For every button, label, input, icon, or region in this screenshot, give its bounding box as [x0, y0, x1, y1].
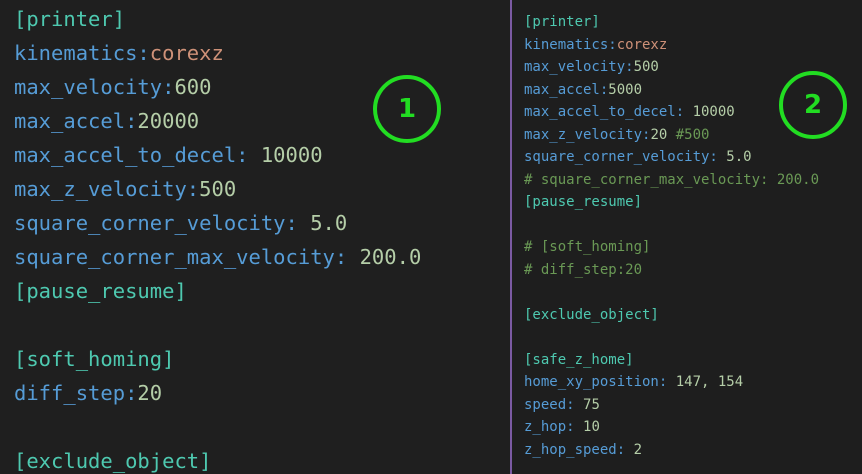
code-token-num: 500 — [633, 59, 659, 75]
code-token-num: 10 — [583, 419, 600, 435]
code-token-key: kinematics: — [524, 36, 617, 53]
code-token-num: 500 — [199, 177, 237, 201]
code-line: square_corner_velocity: 5.0 — [14, 206, 510, 240]
code-line: [printer] — [14, 2, 510, 36]
code-token-key: kinematics: — [14, 41, 150, 65]
code-line: square_corner_max_velocity: 200.0 — [14, 240, 510, 274]
code-token-key: max_velocity: — [14, 75, 175, 99]
code-line: z_hop_speed: 2 — [524, 439, 862, 462]
badge-number-1: 1 — [373, 75, 441, 143]
code-token-key: speed: — [524, 396, 584, 413]
code-token-num: 600 — [174, 75, 212, 99]
code-line: [pause_resume] — [14, 274, 510, 308]
code-token-num: 75 — [583, 396, 600, 413]
left-editor-pane[interactable]: [printer] kinematics:corexz max_velocity:6… — [0, 0, 510, 474]
code-token-key: diff_step: — [14, 381, 138, 405]
code-token-str: corexz — [616, 36, 668, 53]
code-token-num: 5000 — [608, 81, 643, 98]
code-token-key: max_accel_to_decel: — [524, 104, 693, 120]
code-token-key: max_z_velocity: — [14, 177, 200, 201]
code-token-str: corexz — [149, 41, 224, 65]
code-token-num: 2 — [633, 441, 643, 458]
code-line: diff_step:20 — [14, 376, 510, 410]
code-token-cmt: #500 — [675, 126, 710, 143]
code-token-num: 20 — [650, 126, 676, 143]
code-token-num: 5.0 — [726, 149, 752, 165]
code-token-key: max_accel: — [14, 109, 138, 133]
code-token-num: 5.0 — [310, 211, 348, 235]
code-line: kinematics:corexz — [14, 36, 510, 70]
code-line: [safe_z_home] — [524, 349, 862, 372]
code-line: max_z_velocity:500 — [14, 172, 510, 206]
code-token-key: square_corner_max_velocity: — [14, 245, 360, 269]
code-line: kinematics:corexz — [524, 34, 862, 57]
code-token-sec: [safe_z_home] — [524, 351, 634, 368]
code-token-cmt: # [soft_homing] — [524, 239, 651, 255]
code-line: speed: 75 — [524, 394, 862, 417]
code-line: home_xy_position: 147, 154 — [524, 371, 862, 394]
code-line: [exclude_object] — [14, 444, 510, 474]
code-line: # diff_step:20 — [524, 259, 862, 282]
code-token-num: 10000 — [692, 104, 735, 120]
code-token-cmt: # square_corner_max_velocity: 200.0 — [524, 171, 820, 188]
code-token-sec: [pause_resume] — [14, 279, 187, 303]
code-token-sec: [printer] — [524, 14, 600, 30]
code-token-sec: [printer] — [14, 7, 126, 31]
code-token-cmt: # diff_step:20 — [524, 261, 643, 278]
code-token-num: 20 — [137, 381, 163, 405]
left-code-block: [printer] kinematics:corexz max_velocity:6… — [14, 2, 510, 474]
code-token-key: square_corner_velocity: — [14, 211, 311, 235]
code-line: max_accel_to_decel: 10000 — [14, 138, 510, 172]
code-token-key: max_velocity: — [524, 59, 634, 75]
code-token-sec: [pause_resume] — [524, 194, 643, 210]
code-token-key: max_z_velocity: — [524, 126, 651, 143]
code-token-key: max_accel_to_decel: — [14, 143, 261, 167]
code-token-key: z_hop: — [524, 419, 584, 435]
code-token-key: max_accel: — [524, 81, 609, 98]
code-line: [exclude_object] — [524, 304, 862, 327]
badge-number-2: 2 — [779, 71, 847, 139]
code-token-num: 147, 154 — [675, 374, 744, 390]
code-token-num: 10000 — [260, 143, 323, 167]
code-token-key: square_corner_velocity: — [524, 149, 727, 165]
code-token-sec: [exclude_object] — [524, 306, 659, 323]
code-line: [soft_homing] — [14, 342, 510, 376]
code-token-sec: [exclude_object] — [14, 449, 212, 473]
code-line: [pause_resume] — [524, 191, 862, 214]
code-line: # [soft_homing] — [524, 236, 862, 259]
code-line: [printer] — [524, 11, 862, 34]
code-line: z_hop: 10 — [524, 416, 862, 439]
code-token-key: z_hop_speed: — [524, 441, 634, 458]
code-token-num: 20000 — [137, 109, 200, 133]
editor-comparison: [printer] kinematics:corexz max_velocity:6… — [0, 0, 862, 474]
code-token-key: home_xy_position: — [524, 374, 676, 390]
code-token-num: 200.0 — [359, 245, 422, 269]
code-line: square_corner_velocity: 5.0 — [524, 146, 862, 169]
code-line: # square_corner_max_velocity: 200.0 — [524, 169, 862, 192]
code-token-sec: [soft_homing] — [14, 347, 175, 371]
